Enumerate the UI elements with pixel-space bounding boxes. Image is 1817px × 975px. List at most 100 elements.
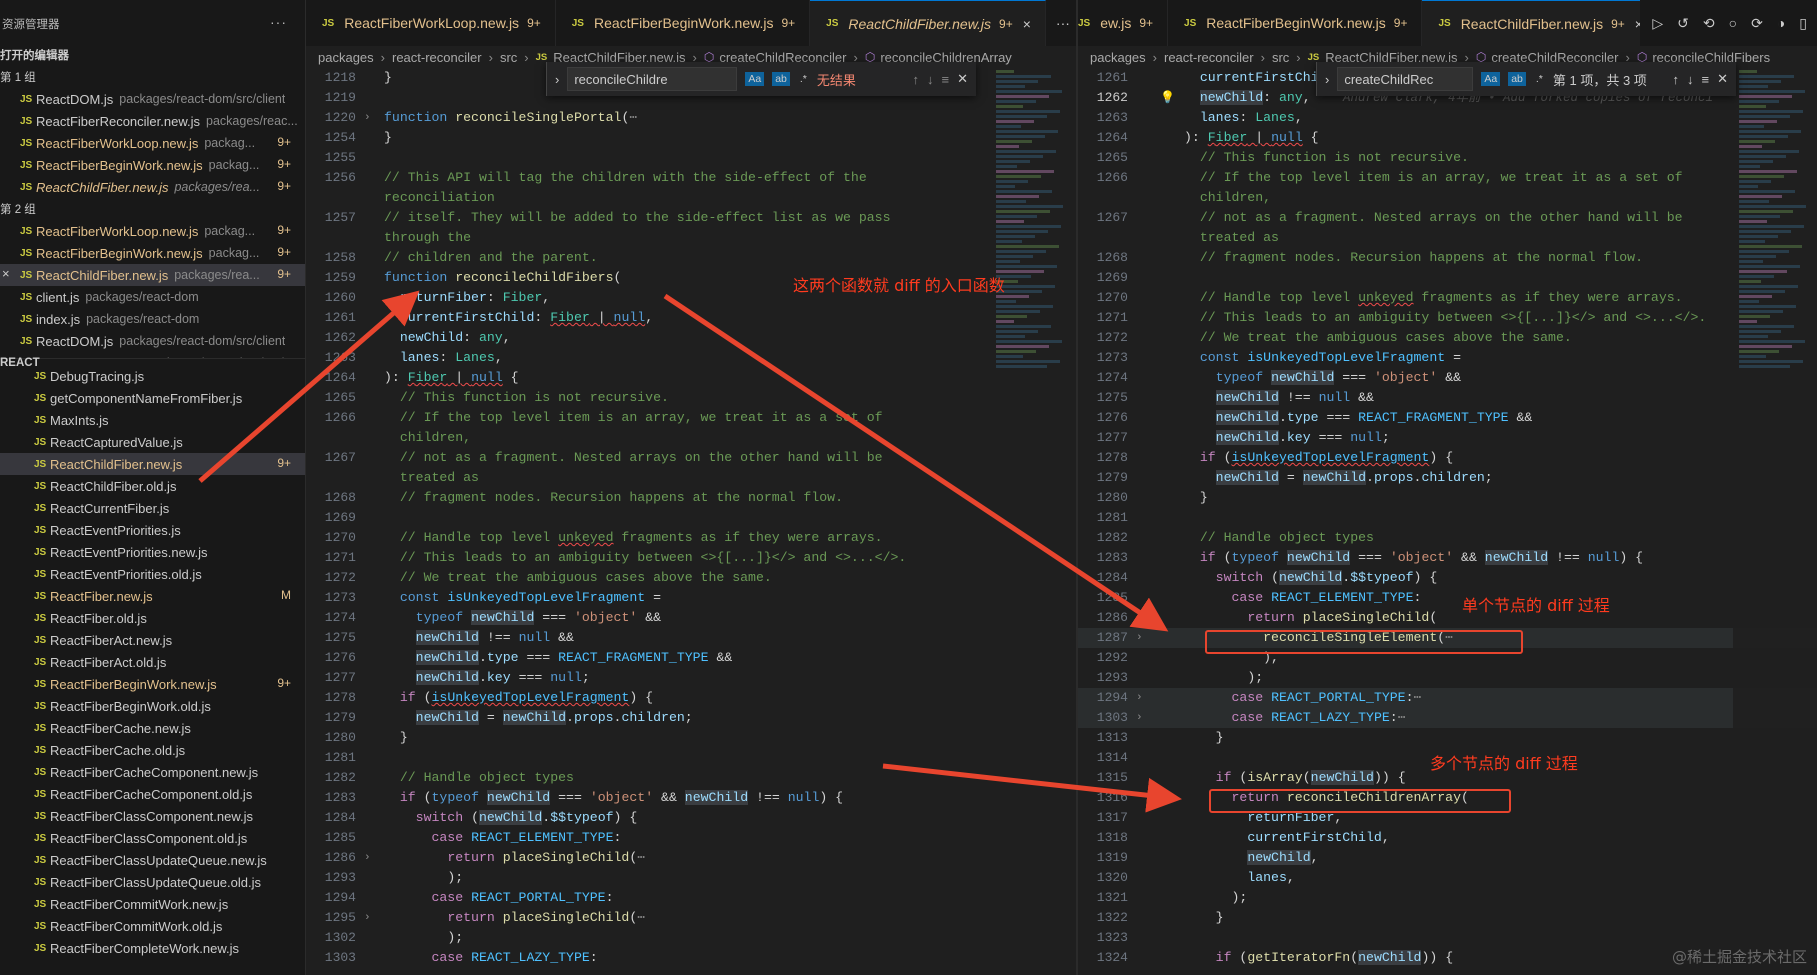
file-item[interactable]: JS ReactEventPriorities.old.js <box>0 563 305 585</box>
code-line[interactable]: 1272 // We treat the ambiguous cases abo… <box>1078 328 1817 348</box>
code-line[interactable]: 1264): Fiber | null { <box>306 368 1076 388</box>
code-line[interactable]: 1295 › return placeSingleChild(⋯ <box>306 908 1076 928</box>
code-line[interactable]: 1294 case REACT_PORTAL_TYPE: <box>306 888 1076 908</box>
breadcrumb-item[interactable]: src <box>500 50 517 65</box>
file-item[interactable]: JS ReactEventPriorities.js <box>0 519 305 541</box>
code-line[interactable]: 1257 // itself. They will be added to the… <box>306 208 1076 228</box>
code-line[interactable]: 1294 › case REACT_PORTAL_TYPE:⋯ <box>1078 688 1817 708</box>
code-line[interactable]: 1265 // This function is not recursive. <box>306 388 1076 408</box>
file-item[interactable]: JS ReactFiberClassComponent.old.js <box>0 827 305 849</box>
file-item[interactable]: JS ReactFiber.old.js <box>0 607 305 629</box>
code-line[interactable]: 1258 // children and the parent. <box>306 248 1076 268</box>
file-item[interactable]: JS ReactFiberClassComponent.new.js <box>0 805 305 827</box>
code-line[interactable]: treated as <box>306 468 1076 488</box>
file-item[interactable]: JS ReactFiberBeginWork.new.js packag... 9+ <box>0 154 305 176</box>
find-input-right[interactable]: createChildRec <box>1337 67 1474 91</box>
breadcrumb-item[interactable]: react-reconciler <box>1164 50 1254 65</box>
code-line[interactable]: 1273 const isUnkeyedTopLevelFragment = <box>306 588 1076 608</box>
match-case-icon[interactable]: Aa <box>1481 72 1501 86</box>
code-line[interactable]: 1266 // If the top level item is an arra… <box>1078 168 1817 188</box>
git-compare-icon[interactable]: ◑ <box>1777 15 1785 31</box>
file-item[interactable]: JS ReactFiberBeginWork.new.js 9+ <box>0 673 305 695</box>
code-line[interactable]: 1319 newChild, <box>1078 848 1817 868</box>
code-line[interactable]: 1275 newChild !== null && <box>1078 388 1817 408</box>
code-line[interactable]: 1278 if (isUnkeyedTopLevelFragment) { <box>306 688 1076 708</box>
file-item[interactable]: JS ReactCapturedValue.js <box>0 431 305 453</box>
file-item[interactable]: JS ReactChildFiber.old.js <box>0 475 305 497</box>
fold-chevron-icon[interactable]: › <box>1136 708 1143 728</box>
file-item[interactable]: JS ReactChildFiber.new.js packages/rea... 9… <box>0 176 305 198</box>
match-case-icon[interactable]: Aa <box>745 72 765 86</box>
code-line[interactable]: 1269 <box>306 508 1076 528</box>
code-line[interactable]: 1279 newChild = newChild.props.children; <box>1078 468 1817 488</box>
code-line[interactable]: 1270 // Handle top level unkeyed fragmen… <box>1078 288 1817 308</box>
find-in-selection-icon[interactable]: ≡ <box>942 72 950 87</box>
file-item[interactable]: JS ReactFiberCacheComponent.old.js <box>0 783 305 805</box>
code-line[interactable]: 1263 lanes: Lanes, <box>1078 108 1817 128</box>
file-item[interactable]: JS ReactFiberAct.new.js <box>0 629 305 651</box>
code-line[interactable]: 1321 ); <box>1078 888 1817 908</box>
regex-icon[interactable]: .* <box>798 73 809 85</box>
file-item[interactable]: JS ReactFiber.new.js M <box>0 585 305 607</box>
code-line[interactable]: 1255 <box>306 148 1076 168</box>
code-line[interactable]: 1277 newChild.key === null; <box>1078 428 1817 448</box>
code-line[interactable]: 1303 case REACT_LAZY_TYPE: <box>306 948 1076 968</box>
code-line[interactable]: 1293 ); <box>306 868 1076 888</box>
find-input-left[interactable]: reconcileChildre <box>567 67 738 91</box>
code-line[interactable]: 1267 // not as a fragment. Nested arrays… <box>1078 208 1817 228</box>
fold-chevron-icon[interactable]: › <box>1136 688 1143 708</box>
code-line[interactable]: children, <box>1078 188 1817 208</box>
fold-chevron-icon[interactable]: › <box>364 848 371 868</box>
code-line[interactable]: 1279 newChild = newChild.props.children; <box>306 708 1076 728</box>
code-line[interactable]: 1283 if (typeof newChild === 'object' &&… <box>306 788 1076 808</box>
code-line[interactable]: 1313 } <box>1078 728 1817 748</box>
file-item[interactable]: JS ReactFiberCommitWork.new.js <box>0 893 305 915</box>
code-line[interactable]: 1268 // fragment nodes. Recursion happen… <box>306 488 1076 508</box>
code-line[interactable]: 1284 switch (newChild.$$typeof) { <box>1078 568 1817 588</box>
find-close-icon[interactable]: ✕ <box>957 71 968 87</box>
code-line[interactable]: 1282 // Handle object types <box>306 768 1076 788</box>
code-line[interactable]: 1281 <box>306 748 1076 768</box>
next-match-icon[interactable]: ↓ <box>1687 72 1694 87</box>
file-item[interactable]: JS index.js packages/react-dom <box>0 308 305 330</box>
code-line[interactable]: 1267 // not as a fragment. Nested arrays… <box>306 448 1076 468</box>
code-line[interactable]: 1302 ); <box>306 928 1076 948</box>
code-line[interactable]: 1280 } <box>1078 488 1817 508</box>
code-line[interactable]: 1269 <box>1078 268 1817 288</box>
find-in-selection-icon[interactable]: ≡ <box>1702 72 1710 87</box>
file-item[interactable]: × JS ReactChildFiber.new.js packages/rea...… <box>0 264 305 286</box>
prev-match-icon[interactable]: ↑ <box>913 72 920 87</box>
code-line[interactable]: 1303 › case REACT_LAZY_TYPE:⋯ <box>1078 708 1817 728</box>
code-line[interactable]: 1261 currentFirstChild: Fiber | null, <box>306 308 1076 328</box>
fold-chevron-icon[interactable]: › <box>364 908 371 928</box>
code-line[interactable]: 1283 if (typeof newChild === 'object' &&… <box>1078 548 1817 568</box>
code-line[interactable]: 1293 ); <box>1078 668 1817 688</box>
close-tab-icon[interactable]: × <box>1023 16 1031 32</box>
code-line[interactable]: 1285 case REACT_ELEMENT_TYPE: <box>306 828 1076 848</box>
file-item[interactable]: JS ReactFiberClassUpdateQueue.new.js <box>0 849 305 871</box>
editor-tab[interactable]: JS ReactFiberBeginWork.new.js 9+ <box>556 0 811 46</box>
find-close-icon[interactable]: ✕ <box>1717 71 1728 87</box>
code-line[interactable]: 1277 newChild.key === null; <box>306 668 1076 688</box>
whole-word-icon[interactable]: ab <box>1508 72 1526 86</box>
split-editor-icon[interactable]: ▯ <box>1799 15 1807 32</box>
editor-tab[interactable]: JS ReactFiberBeginWork.new.js 9+ <box>1168 0 1423 46</box>
code-line[interactable]: 1271 // This leads to an ambiguity betwe… <box>1078 308 1817 328</box>
file-item[interactable]: JS ReactFiberBeginWork.new.js packag... 9+ <box>0 242 305 264</box>
group-1-header[interactable]: 第 1 组 <box>0 66 305 88</box>
minimap-right[interactable] <box>1733 68 1817 975</box>
code-line[interactable]: 1273 const isUnkeyedTopLevelFragment = <box>1078 348 1817 368</box>
file-item[interactable]: JS ReactFiberWorkLoop.new.js packag... 9+ <box>0 132 305 154</box>
fold-chevron-icon[interactable]: › <box>364 108 371 128</box>
breadcrumb-item[interactable]: packages <box>318 50 374 65</box>
code-line[interactable]: 1281 <box>1078 508 1817 528</box>
code-line[interactable]: 1323 <box>1078 928 1817 948</box>
code-line[interactable]: reconciliation <box>306 188 1076 208</box>
code-line[interactable]: 1275 newChild !== null && <box>306 628 1076 648</box>
file-item[interactable]: JS ReactFiberAct.old.js <box>0 651 305 673</box>
breadcrumb-item[interactable]: src <box>1272 50 1289 65</box>
code-line[interactable]: 1220 › function reconcileSinglePortal(⋯ <box>306 108 1076 128</box>
code-line[interactable]: 1278 if (isUnkeyedTopLevelFragment) { <box>1078 448 1817 468</box>
file-item[interactable]: JS client.js packages/react-dom <box>0 286 305 308</box>
editor-tab[interactable]: JS ReactChildFiber.new.js 9+ × <box>810 0 1046 46</box>
